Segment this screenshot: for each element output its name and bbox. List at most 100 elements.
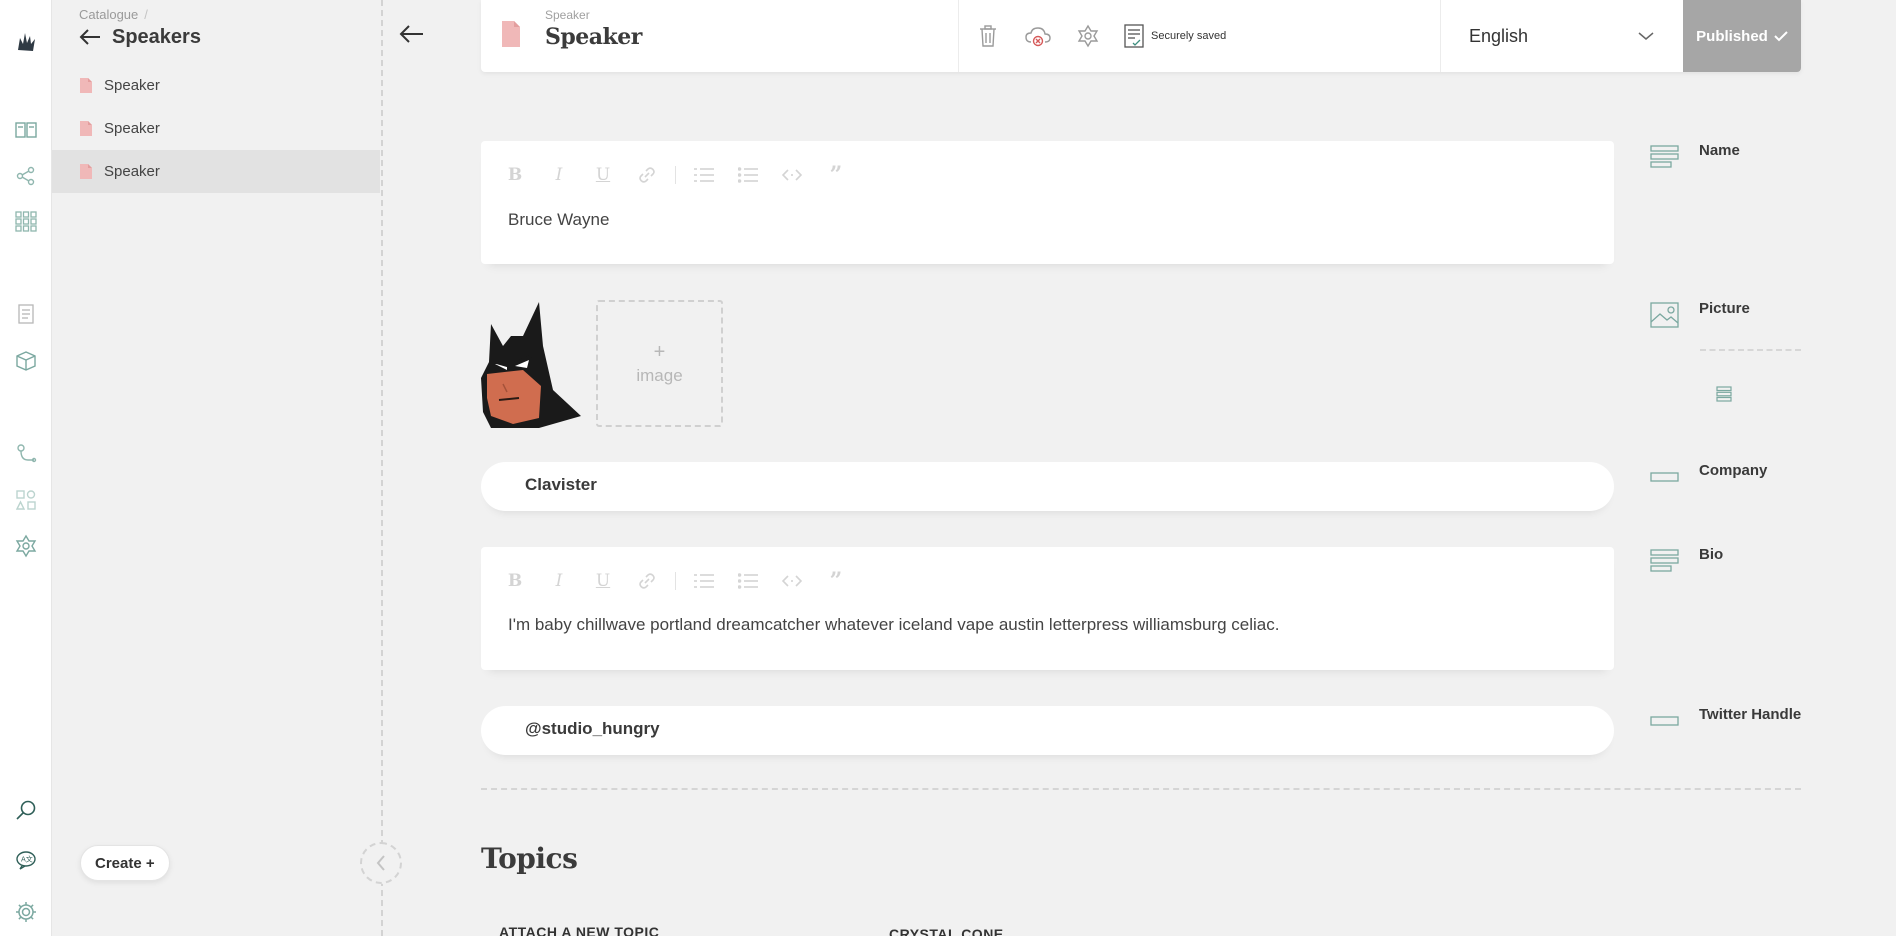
icon-rail: A文 [0,0,52,936]
unpublish-button[interactable] [1023,21,1053,51]
speaker-picture[interactable] [481,300,581,428]
picture-label: Picture [1699,300,1750,317]
italic-icon[interactable]: I [549,165,569,185]
svg-text:A文: A文 [21,855,33,864]
italic-icon[interactable]: I [549,571,569,591]
bold-icon[interactable]: B [505,165,525,185]
collapse-sidebar-button[interactable] [360,842,402,884]
save-status: Securely saved [1123,23,1226,49]
name-field: B I U ” Bruce Wayne [481,141,1614,264]
list-item-label: Speaker [104,77,160,94]
gear-icon[interactable] [12,898,40,926]
settings-button[interactable] [1073,21,1103,51]
company-label: Company [1699,462,1768,479]
name-field-label: Name [1650,142,1740,172]
saved-document-icon [1124,24,1144,48]
document-icon [502,21,520,47]
list-item-label: Speaker [104,120,160,137]
toolbar-divider [675,166,676,184]
ordered-list-icon[interactable] [694,165,714,185]
settings-hex-icon[interactable] [12,532,40,560]
toolbar-divider [675,572,676,590]
code-icon[interactable] [782,571,802,591]
grid-icon[interactable] [12,207,40,235]
link-icon[interactable] [637,165,657,185]
document-icon [80,121,92,136]
topics-heading: Topics [481,842,578,875]
single-line-type-icon [1650,472,1679,482]
back-arrow-icon[interactable] [398,22,426,46]
bio-label: Bio [1699,546,1724,563]
box-icon[interactable] [12,347,40,375]
picture-label-divider [1700,349,1801,351]
list-item[interactable]: Speaker [52,107,380,150]
twitter-field[interactable]: @studio_hungry [481,706,1614,755]
translate-icon[interactable]: A文 [12,846,40,874]
name-label: Name [1699,142,1740,159]
add-image-label: image [636,366,683,385]
underline-icon[interactable]: U [593,571,613,591]
ordered-list-icon[interactable] [694,571,714,591]
save-status-text: Securely saved [1151,30,1227,42]
breadcrumb-catalogue[interactable]: Catalogue [79,7,138,22]
plus-icon: + [653,341,666,363]
topic-name[interactable]: CRYSTAL CONE [889,926,1004,936]
single-line-type-icon [1650,716,1679,726]
settings-hex-icon [1077,24,1099,48]
rich-text-type-icon [1650,549,1679,572]
list-item-label: Speaker [104,163,160,180]
quote-icon[interactable]: ” [826,162,846,188]
publish-button[interactable]: Published [1683,0,1801,72]
company-field[interactable]: Clavister [481,462,1614,511]
rich-text-toolbar: B I U ” [505,162,846,188]
components-icon[interactable] [12,486,40,514]
sidebar-header: Speakers [78,24,201,50]
code-icon[interactable] [782,165,802,185]
language-value: English [1469,25,1529,46]
logo-icon[interactable] [12,28,40,56]
language-select[interactable]: English [1441,0,1683,72]
create-button[interactable]: Create + [80,845,170,881]
trash-icon [980,25,996,47]
publish-label: Published [1696,27,1768,45]
header-title: Speaker Speaker [481,0,959,72]
bold-icon[interactable]: B [505,571,525,591]
list-item[interactable]: Speaker [52,64,380,107]
unordered-list-icon[interactable] [738,571,758,591]
add-image-button[interactable]: + image [596,300,723,427]
chevron-down-icon [1638,32,1654,40]
link-icon[interactable] [637,571,657,591]
document-icon [80,164,92,179]
speaker-list: Speaker Speaker Speaker [52,64,380,193]
header-actions: Securely saved [959,0,1441,72]
company-value: Clavister [525,475,597,494]
company-field-label: Company [1650,462,1767,492]
bio-value[interactable]: I'm baby chillwave portland dreamcatcher… [508,615,1279,635]
document-icon[interactable] [12,300,40,328]
path-icon[interactable] [12,440,40,468]
underline-icon[interactable]: U [593,165,613,185]
cloud-remove-icon [1025,27,1051,47]
breadcrumb[interactable]: Catalogue / [79,7,148,22]
bio-field-label: Bio [1650,546,1723,576]
chevron-left-icon [376,855,385,871]
document-icon [80,78,92,93]
shapes-icon[interactable] [12,162,40,190]
back-arrow-icon[interactable] [78,27,102,47]
rich-text-toolbar: B I U ” [505,568,846,594]
bio-field: B I U ” I'm baby chillwave portland drea… [481,547,1614,670]
search-icon[interactable] [12,796,40,824]
list-item-active[interactable]: Speaker [52,150,380,193]
catalogue-icon[interactable] [12,116,40,144]
drag-handle-icon[interactable] [1716,386,1732,402]
delete-button[interactable] [973,21,1003,51]
item-title: Speaker [545,24,642,50]
name-value[interactable]: Bruce Wayne [508,210,609,230]
twitter-value: @studio_hungry [525,719,660,738]
sidebar-divider[interactable] [381,0,383,936]
quote-icon[interactable]: ” [826,568,846,594]
attach-topic-button[interactable]: ATTACH A NEW TOPIC [499,924,659,936]
section-divider [481,788,1801,790]
unordered-list-icon[interactable] [738,165,758,185]
rich-text-type-icon [1650,145,1679,168]
